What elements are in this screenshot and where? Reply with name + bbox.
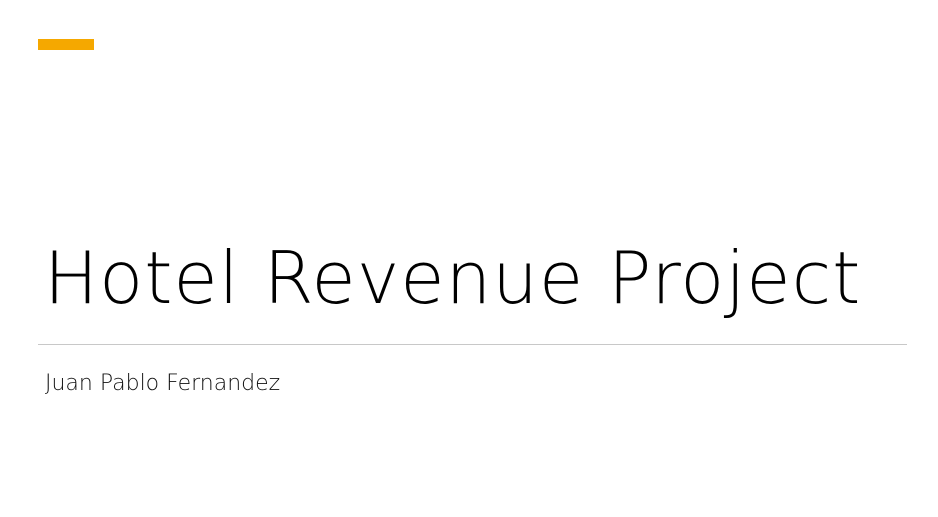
title-slide: Hotel Revenue Project Juan Pablo Fernand… <box>0 0 938 517</box>
accent-bar <box>38 39 94 50</box>
slide-subtitle[interactable]: Juan Pablo Fernandez <box>45 368 280 400</box>
slide-title[interactable]: Hotel Revenue Project <box>44 226 861 330</box>
title-divider <box>38 344 907 345</box>
